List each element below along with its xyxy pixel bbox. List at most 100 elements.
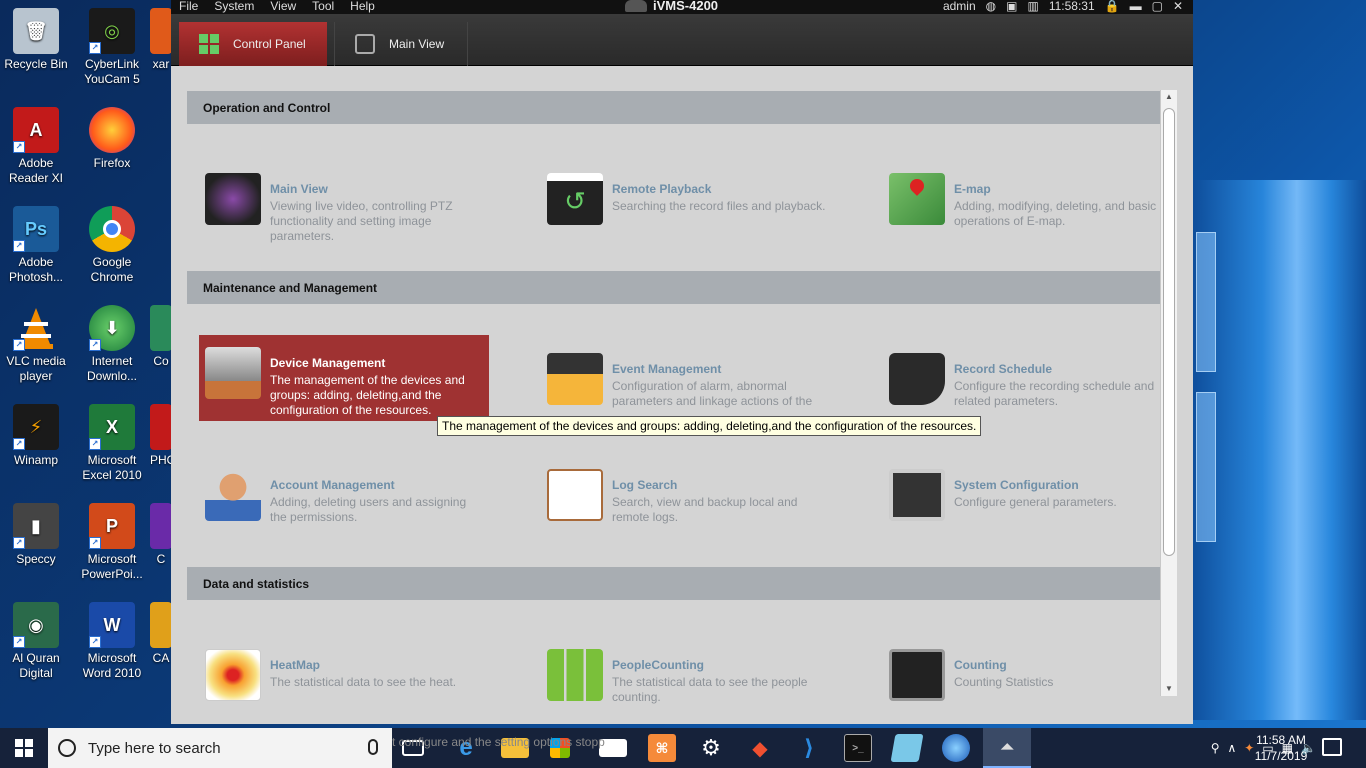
desktop-icon-partial[interactable]: xar <box>150 8 172 72</box>
search-input[interactable]: Type here to search <box>48 728 392 768</box>
item-system-configuration[interactable]: System Configuration Configure general p… <box>883 457 1173 543</box>
microphone-icon[interactable] <box>368 739 378 755</box>
lock-icon[interactable]: 🔒 <box>1105 0 1120 13</box>
desktop-icon-idm[interactable]: ⬇ ↗ Internet Downlo... <box>76 305 148 384</box>
desktop-icon-al-quran[interactable]: ◉ ↗ Al Quran Digital <box>0 602 72 681</box>
shortcut-arrow-icon: ↗ <box>13 537 25 549</box>
item-description: Viewing live video, controlling PTZ func… <box>270 199 453 243</box>
item-description: Search, view and backup local and remote… <box>612 495 798 524</box>
menu-tool[interactable]: Tool <box>312 0 334 13</box>
terminal-icon[interactable]: >_ <box>844 734 872 762</box>
shortcut-arrow-icon: ↗ <box>89 636 101 648</box>
desktop-icon-photoshop[interactable]: Ps ↗ Adobe Photosh... <box>0 206 72 285</box>
desktop-icon-speccy[interactable]: ▮ ↗ Speccy <box>0 503 72 567</box>
partial-label: PHO <box>150 453 172 467</box>
desktop-icon-adobe-reader[interactable]: A ↗ Adobe Reader XI <box>0 107 72 186</box>
clock-date: 11/7/2019 <box>1254 749 1308 763</box>
item-description: Adding, deleting users and assigning the… <box>270 495 467 524</box>
browser-globe-icon[interactable] <box>942 734 970 762</box>
desktop-icon-word[interactable]: W ↗ Microsoft Word 2010 <box>76 602 148 681</box>
desktop-icon-label: VLC media player <box>6 354 66 383</box>
desktop-icon-partial[interactable]: C <box>150 503 172 567</box>
close-icon[interactable]: ✕ <box>1173 0 1183 13</box>
item-counting[interactable]: Counting Counting Statistics <box>883 637 1173 723</box>
scroll-thumb[interactable] <box>1163 108 1175 556</box>
item-name: Record Schedule <box>954 362 1053 376</box>
item-log-search[interactable]: Log Search Search, view and backup local… <box>541 457 831 543</box>
excel-icon: X ↗ <box>89 404 135 450</box>
partial-label: CA <box>152 651 170 665</box>
chevron-up-icon[interactable]: ∧ <box>1228 741 1237 755</box>
desktop-icon-excel[interactable]: X ↗ Microsoft Excel 2010 <box>76 404 148 483</box>
search-placeholder: Type here to search <box>88 739 221 757</box>
device-management-icon <box>205 347 261 399</box>
tab-main-view[interactable]: Main View <box>334 22 468 66</box>
tab-control-panel[interactable]: Control Panel <box>179 22 327 66</box>
desktop-icon-winamp[interactable]: ⚡ ↗ Winamp <box>0 404 72 468</box>
counting-chart-icon <box>889 649 945 701</box>
notepad-icon[interactable] <box>890 734 924 762</box>
desktop-icon-firefox[interactable]: Firefox <box>76 107 148 171</box>
minimize-icon[interactable]: ▬ <box>1130 0 1142 13</box>
section-header: Data and statistics <box>187 567 1160 600</box>
item-e-map[interactable]: E-map Adding, modifying, deleting, and b… <box>883 161 1173 247</box>
desktop-icon-partial[interactable]: CA <box>150 602 172 666</box>
scroll-up-icon[interactable]: ▲ <box>1161 90 1177 104</box>
item-name: Event Management <box>612 362 722 376</box>
item-heatmap[interactable]: HeatMap The statistical data to see the … <box>199 637 489 723</box>
desktop-icon-chrome[interactable]: Google Chrome <box>76 206 148 285</box>
xampp-icon[interactable]: ⌘ <box>648 734 676 762</box>
maximize-icon[interactable]: ▢ <box>1152 0 1163 13</box>
shortcut-arrow-icon: ↗ <box>13 636 25 648</box>
item-event-management[interactable]: Event Management Configuration of alarm,… <box>541 341 831 427</box>
ivms-taskbar-icon[interactable]: ⏶ <box>993 734 1021 762</box>
download-manager-icon: ⬇ ↗ <box>89 305 135 351</box>
menu-file[interactable]: File <box>179 0 198 13</box>
cpu-icon[interactable]: ▣ <box>1006 0 1017 13</box>
settings-gear-icon[interactable]: ⚙ <box>697 734 725 762</box>
video-camera-clock-icon <box>889 353 945 405</box>
scroll-down-icon[interactable]: ▼ <box>1161 682 1177 696</box>
item-remote-playback[interactable]: ↺ Remote Playback Searching the record f… <box>541 161 831 247</box>
desktop-icon-partial[interactable]: Co <box>150 305 172 369</box>
item-description: Counting Statistics <box>954 675 1054 689</box>
vertical-scrollbar[interactable]: ▲ ▼ <box>1160 90 1177 696</box>
user-name: admin <box>942 0 976 13</box>
winamp-icon: ⚡ ↗ <box>13 404 59 450</box>
item-name: HeatMap <box>270 658 321 672</box>
recycle-bin-icon: 🗑 <box>13 8 59 54</box>
desktop-icon-powerpoint[interactable]: P ↗ Microsoft PowerPoi... <box>76 503 148 582</box>
taskbar-clock[interactable]: 11:58 AM 11/7/2019 <box>1251 732 1311 764</box>
item-account-management[interactable]: Account Management Adding, deleting user… <box>199 457 489 543</box>
item-device-management[interactable]: Device Management The management of the … <box>199 335 489 421</box>
shortcut-arrow-icon: ↗ <box>13 240 25 252</box>
action-center-icon[interactable] <box>1322 738 1342 756</box>
desktop-icon-label: CyberLink YouCam 5 <box>84 57 140 86</box>
globe-icon[interactable]: ◍ <box>986 0 996 13</box>
clock-time: 11:58 AM <box>1256 733 1306 747</box>
desktop-icon-label: Speccy <box>16 552 56 566</box>
wallpaper-pane <box>1196 232 1216 372</box>
title-right-area: admin ◍ ▣ ▥ 11:58:31 🔒 ▬ ▢ ✕ <box>943 0 1183 13</box>
menu-system[interactable]: System <box>214 0 254 13</box>
start-button[interactable] <box>0 728 48 768</box>
people-icon[interactable]: ⚲ <box>1211 741 1220 755</box>
item-description: The statistical data to see the people c… <box>612 675 808 704</box>
menu-help[interactable]: Help <box>350 0 375 13</box>
desktop-icon-recycle-bin[interactable]: 🗑 Recycle Bin <box>0 8 72 72</box>
desktop-icon-vlc[interactable]: ↗ VLC media player <box>0 305 72 384</box>
memory-icon[interactable]: ▥ <box>1027 0 1038 13</box>
desktop-icon-label: Adobe Reader XI <box>8 156 64 185</box>
word-icon: W ↗ <box>89 602 135 648</box>
item-main-view[interactable]: Main View Viewing live video, controllin… <box>199 161 489 247</box>
desktop-icon-youcam[interactable]: ◎ ↗ CyberLink YouCam 5 <box>76 8 148 87</box>
desktop-icon-partial[interactable]: PHO <box>150 404 172 468</box>
user-avatar-icon <box>205 469 261 521</box>
section-header: Maintenance and Management <box>187 271 1160 304</box>
menu-view[interactable]: View <box>270 0 296 13</box>
al-quran-icon: ◉ ↗ <box>13 602 59 648</box>
item-record-schedule[interactable]: Record Schedule Configure the recording … <box>883 341 1173 427</box>
vscode-icon[interactable]: ⟩ <box>795 734 823 762</box>
item-people-counting[interactable]: PeopleCounting The statistical data to s… <box>541 637 831 723</box>
git-icon[interactable]: ◆ <box>746 734 774 762</box>
